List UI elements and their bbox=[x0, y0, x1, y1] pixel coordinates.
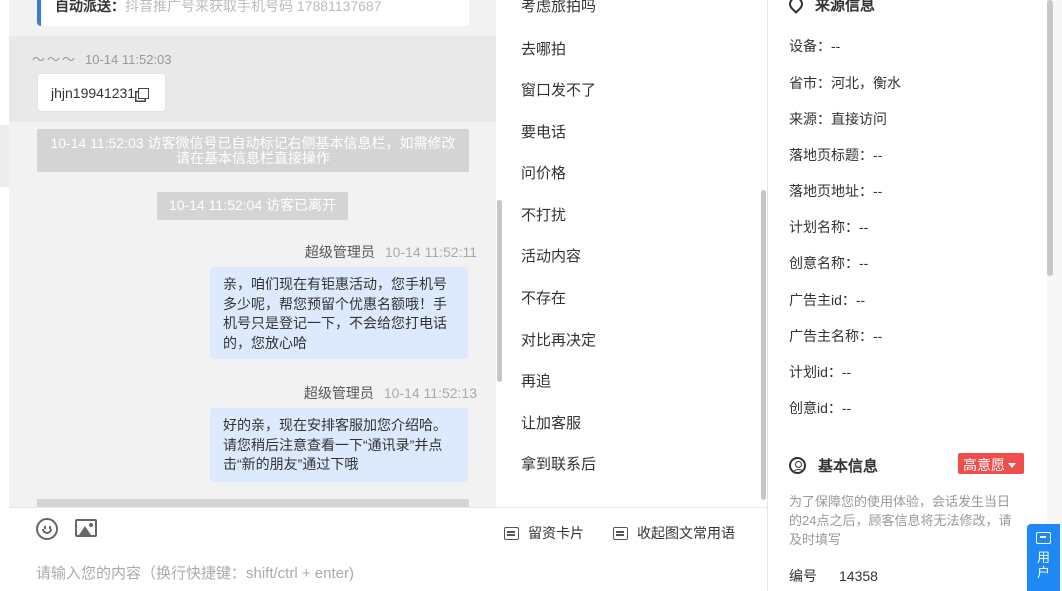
float-button-label-2: 户 bbox=[1036, 565, 1050, 580]
info-creative-name: 创意名称：-- bbox=[789, 255, 869, 271]
quick-reply-item[interactable]: 让加客服 bbox=[521, 412, 581, 433]
auto-dispatch-label: 自动派送： bbox=[55, 0, 125, 14]
quick-reply-scrollbar[interactable] bbox=[761, 190, 766, 500]
agent-message-bubble: 亲，咱们现在有钜惠活动，您手机号多少呢，帮您预留个优惠名额哦！手机号只是登记一下… bbox=[210, 267, 468, 359]
quick-reply-item[interactable]: 活动内容 bbox=[521, 245, 581, 266]
visitor-time: 10-14 11:52:03 bbox=[85, 52, 172, 67]
card-icon bbox=[504, 527, 519, 540]
intent-level-value: 高意愿 bbox=[963, 457, 1005, 473]
info-advertiser-id: 广告主id：-- bbox=[789, 292, 866, 308]
basic-info-title: 基本信息 bbox=[818, 458, 879, 475]
quick-reply-item[interactable]: 不打扰 bbox=[521, 204, 566, 225]
lead-card-label: 留资卡片 bbox=[528, 525, 584, 541]
collapse-phrases-button[interactable]: 收起图文常用语 bbox=[613, 523, 735, 543]
chevron-down-icon bbox=[1008, 463, 1016, 468]
auto-dispatch-card: 自动派送：抖音推广号来获取手机号码 17881137687 bbox=[37, 0, 469, 26]
info-id-value: 14358 bbox=[839, 568, 878, 584]
source-info-header: 来源信息 bbox=[786, 0, 876, 15]
source-info-title: 来源信息 bbox=[815, 0, 876, 14]
collapse-phrases-label: 收起图文常用语 bbox=[637, 525, 735, 541]
lead-card-button[interactable]: 留资卡片 bbox=[504, 523, 584, 543]
info-province-city: 省市：河北，衡水 bbox=[789, 75, 901, 91]
info-scrollbar-thumb[interactable] bbox=[1047, 0, 1053, 276]
quick-reply-panel: 考虑旅拍吗 去哪拍 窗口发不了 要电话 问价格 不打扰 活动内容 不存在 对比再… bbox=[503, 0, 767, 507]
collapse-icon bbox=[613, 527, 628, 540]
system-note-partial bbox=[37, 499, 469, 507]
location-pin-icon bbox=[786, 0, 806, 14]
edit-deadline-notice: 为了保障您的使用体验，会话发生当日的24点之后，顾客信息将无法修改，请及时填写 bbox=[789, 494, 1012, 547]
agent-message-header: 超级管理员 10-14 11:52:13 bbox=[304, 383, 477, 403]
quick-reply-item[interactable]: 不存在 bbox=[521, 287, 566, 308]
quick-reply-item[interactable]: 窗口发不了 bbox=[521, 79, 596, 100]
info-id-row: 编号 14358 bbox=[789, 566, 878, 586]
quick-reply-item[interactable]: 拿到联系后 bbox=[521, 453, 596, 474]
quick-reply-item[interactable]: 对比再决定 bbox=[521, 329, 596, 350]
user-circle-icon bbox=[789, 457, 806, 474]
intent-level-dropdown[interactable]: 高意愿 bbox=[958, 453, 1024, 474]
system-note-visitor-left: 10-14 11:52:04 访客已离开 bbox=[157, 192, 348, 220]
visitor-wechat-id: jhjn19941231 bbox=[51, 85, 136, 101]
left-panel-edge bbox=[0, 0, 9, 591]
info-creative-id: 创意id：-- bbox=[789, 400, 852, 416]
float-button-label-1: 用 bbox=[1036, 550, 1050, 565]
info-landing-url: 落地页地址：-- bbox=[789, 183, 883, 199]
agent-message-time: 10-14 11:52:13 bbox=[383, 385, 477, 401]
info-plan-id: 计划id：-- bbox=[789, 364, 852, 380]
info-device: 设备：-- bbox=[789, 38, 841, 54]
quick-reply-item[interactable]: 再追 bbox=[521, 370, 551, 391]
message-input[interactable]: 请输入您的内容（换行快捷键：shift/ctrl + enter) bbox=[36, 562, 354, 583]
info-landing-title: 落地页标题：-- bbox=[789, 147, 883, 163]
agent-message-bubble: 好的亲，现在安排客服加您介绍哈。请您稍后注意查看一下“通讯录”并点击“新的朋友”… bbox=[210, 408, 468, 482]
visitor-wechat-card[interactable]: jhjn19941231 bbox=[37, 73, 166, 112]
visitor-info-panel: 来源信息 设备：-- 省市：河北，衡水 来源：直接访问 落地页标题：-- 落地页… bbox=[768, 0, 1047, 591]
agent-message-time: 10-14 11:52:11 bbox=[384, 244, 477, 260]
image-icon[interactable] bbox=[75, 519, 97, 537]
auto-dispatch-text: 抖音推广号来获取手机号码 17881137687 bbox=[125, 0, 382, 14]
info-source: 来源：直接访问 bbox=[789, 111, 887, 127]
quick-reply-item[interactable]: 问价格 bbox=[521, 162, 566, 183]
visitor-name: ～～～ bbox=[32, 52, 78, 67]
basic-info-header: 基本信息 bbox=[789, 454, 878, 476]
copy-icon[interactable] bbox=[138, 88, 150, 99]
info-advertiser-name: 广告主名称：-- bbox=[789, 328, 883, 344]
user-float-button[interactable]: 用 户 bbox=[1027, 524, 1060, 591]
left-panel-shade bbox=[0, 125, 9, 187]
chat-history[interactable]: 自动派送：抖音推广号来获取手机号码 17881137687 ～～～ 10-14 1… bbox=[9, 0, 503, 507]
agent-name: 超级管理员 bbox=[304, 244, 375, 260]
message-input-area: 留资卡片 收起图文常用语 请输入您的内容（换行快捷键：shift/ctrl + … bbox=[9, 507, 767, 591]
emoji-icon[interactable] bbox=[36, 518, 58, 540]
system-note-wechat-marked: 10-14 11:52:03 访客微信号已自动标记右侧基本信息栏，如需修改请在基… bbox=[37, 129, 469, 172]
agent-name: 超级管理员 bbox=[303, 385, 374, 401]
info-plan-name: 计划名称：-- bbox=[789, 219, 869, 235]
quick-reply-item[interactable]: 去哪拍 bbox=[521, 38, 566, 59]
chat-icon bbox=[1036, 532, 1051, 544]
visitor-message-header: ～～～ 10-14 11:52:03 bbox=[32, 49, 172, 68]
quick-reply-item[interactable]: 要电话 bbox=[521, 121, 566, 142]
quick-reply-item[interactable]: 考虑旅拍吗 bbox=[521, 0, 596, 16]
agent-message-header: 超级管理员 10-14 11:52:11 bbox=[305, 242, 477, 262]
chat-scrollbar[interactable] bbox=[496, 0, 503, 507]
info-id-label: 编号 bbox=[789, 568, 817, 584]
chat-scrollbar-thumb[interactable] bbox=[497, 200, 502, 382]
